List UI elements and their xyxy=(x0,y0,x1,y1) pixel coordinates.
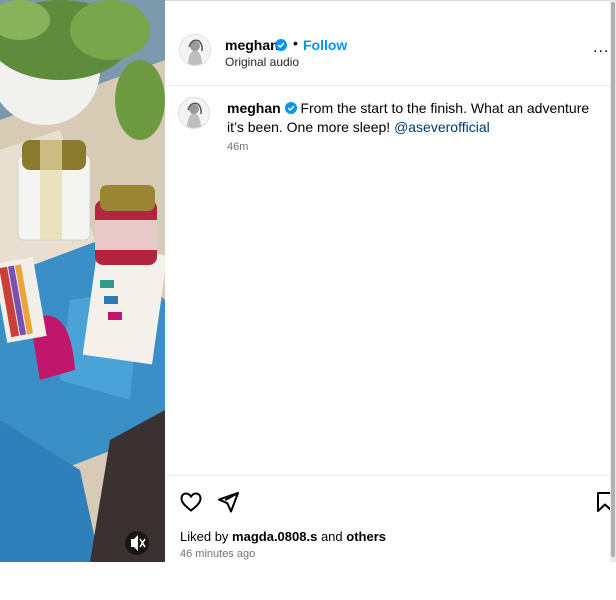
caption-text: meghan From the start to the finish. Wha… xyxy=(227,99,607,137)
scrollbar-thumb[interactable] xyxy=(611,2,615,557)
audio-label[interactable]: Original audio xyxy=(225,55,299,69)
post-header: meghan • Follow Original audio ... xyxy=(165,1,610,86)
vertical-scrollbar[interactable] xyxy=(610,0,616,562)
mention-link[interactable]: @aseverofficial xyxy=(394,119,490,135)
video-frame-image xyxy=(0,0,165,562)
likes-summary: Liked by magda.0808.s and others xyxy=(180,529,386,544)
page-background xyxy=(0,562,616,600)
avatar-image xyxy=(180,35,210,65)
post-details-panel: meghan • Follow Original audio ... megha… xyxy=(165,0,613,564)
verified-badge-icon xyxy=(284,102,297,114)
paper-plane-icon[interactable] xyxy=(216,490,240,514)
post-timestamp[interactable]: 46 minutes ago xyxy=(180,548,255,560)
muted-speaker-icon[interactable] xyxy=(125,531,149,555)
action-bar: Liked by magda.0808.s and others 46 minu… xyxy=(165,475,613,564)
post-video[interactable] xyxy=(0,0,165,562)
liked-prefix: Liked by xyxy=(180,529,229,544)
more-options-icon[interactable]: ... xyxy=(593,39,609,57)
author-avatar[interactable] xyxy=(179,34,211,66)
heart-icon[interactable] xyxy=(179,490,203,514)
liked-others-link[interactable]: others xyxy=(346,529,386,544)
verified-badge-icon xyxy=(275,39,287,51)
caption-username[interactable]: meghan xyxy=(227,100,281,116)
follow-button[interactable]: Follow xyxy=(303,37,347,53)
author-username[interactable]: meghan xyxy=(225,37,279,53)
liked-user-link[interactable]: magda.0808.s xyxy=(232,529,317,544)
avatar-image xyxy=(179,98,209,128)
liked-and: and xyxy=(320,529,343,544)
separator-dot: • xyxy=(293,35,298,51)
caption-timestamp: 46m xyxy=(227,141,249,153)
caption-author-avatar[interactable] xyxy=(178,97,210,129)
